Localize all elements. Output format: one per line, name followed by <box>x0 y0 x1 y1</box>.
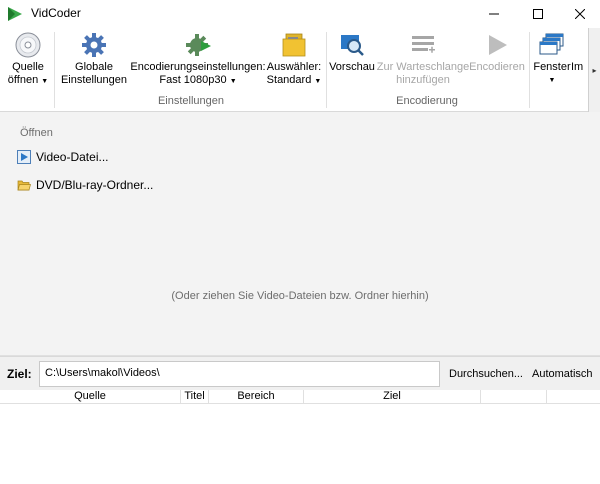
preview-label: Vorschau <box>329 61 375 73</box>
global-settings-button[interactable]: Globale Einstellungen <box>60 30 128 92</box>
encoding-group-label: Encodierung <box>396 95 458 107</box>
column-header-title[interactable]: Titel <box>181 390 209 404</box>
queue-list <box>0 404 600 484</box>
picker-label-1: Auswähler: <box>266 61 322 73</box>
global-settings-label-1: Globale <box>75 61 113 73</box>
overflow-item[interactable]: Im <box>571 30 588 92</box>
open-source-label-2: öffnen ▼ <box>7 74 49 86</box>
open-source-label-1: Quelle <box>12 61 44 73</box>
window-title: VidCoder <box>31 6 81 20</box>
column-header-range[interactable]: Bereich <box>209 390 304 404</box>
queue-add-icon <box>412 36 435 53</box>
windows-label: Fenster <box>533 61 571 73</box>
ribbon-toolbar: Quelle öffnen ▼ Globale Einstellungen En… <box>0 28 600 112</box>
picker-label-2: Standard ▼ <box>266 74 322 86</box>
close-button[interactable] <box>560 0 600 28</box>
close-icon <box>575 9 585 19</box>
open-source-button[interactable]: Quelle öffnen ▼ <box>6 30 50 92</box>
open-video-file-link[interactable]: Video-Datei... <box>17 150 109 164</box>
destination-label: Ziel: <box>7 367 32 381</box>
gear-play-icon <box>186 34 211 56</box>
open-source-panel: Öffnen Video-Datei... DVD/Blu-ray-Ordner… <box>0 112 600 356</box>
open-disc-folder-link[interactable]: DVD/Blu-ray-Ordner... <box>17 178 153 192</box>
add-to-queue-label-1: Zur Warteschlange <box>376 61 470 73</box>
ribbon-separator <box>326 32 327 108</box>
ribbon-separator <box>529 32 530 108</box>
play-icon <box>489 35 507 55</box>
auto-destination-button[interactable]: Automatisch <box>532 368 593 380</box>
open-video-file-label: Video-Datei... <box>36 150 109 164</box>
column-header-source[interactable]: Quelle <box>0 390 181 404</box>
drop-hint-text: (Oder ziehen Sie Video-Dateien bzw. Ordn… <box>171 290 429 302</box>
add-to-queue-button[interactable]: Zur Warteschlange hinzufügen <box>376 30 470 92</box>
ribbon-scroll-right-button[interactable]: ▸ <box>588 28 600 112</box>
browse-button[interactable]: Durchsuchen... <box>449 368 523 380</box>
overflow-label: Im <box>571 61 584 73</box>
encoding-settings-label-2: Fast 1080p30 ▼ <box>159 74 237 86</box>
encode-button[interactable]: Encodieren <box>468 30 526 92</box>
folder-open-icon <box>17 180 31 191</box>
minimize-icon <box>489 13 499 15</box>
settings-group-label: Einstellungen <box>157 95 225 107</box>
preview-button[interactable]: Vorschau <box>328 30 376 92</box>
column-header-extra-1[interactable] <box>481 390 547 404</box>
global-settings-label-2: Einstellungen <box>60 74 128 86</box>
encoding-settings-label-1: Encodierungseinstellungen: <box>130 61 266 73</box>
column-header-destination[interactable]: Ziel <box>304 390 481 404</box>
open-heading: Öffnen <box>20 127 53 139</box>
queue-table-header: Quelle Titel Bereich Ziel <box>0 390 600 404</box>
disc-icon <box>15 32 41 58</box>
minimize-button[interactable] <box>474 0 514 28</box>
maximize-button[interactable] <box>518 0 558 28</box>
open-disc-folder-label: DVD/Blu-ray-Ordner... <box>36 178 154 192</box>
ribbon-separator <box>54 32 55 108</box>
gear-icon <box>82 33 106 57</box>
encode-label: Encodieren <box>469 61 525 73</box>
column-header-extra-2[interactable] <box>547 390 600 404</box>
windows-icon <box>539 33 564 55</box>
vidcoder-logo-icon <box>8 7 22 21</box>
windows-dropdown-caret: ▼ <box>548 77 556 84</box>
destination-bar: Ziel: C:\Users\makol\Videos\ Durchsuchen… <box>0 356 600 390</box>
chevron-right-icon: ▸ <box>592 65 597 75</box>
folder-picker-icon <box>282 33 306 57</box>
maximize-icon <box>533 9 543 19</box>
destination-path-field[interactable]: C:\Users\makol\Videos\ <box>39 361 440 387</box>
add-to-queue-label-2: hinzufügen <box>396 74 450 86</box>
windows-button[interactable]: Fenster ▼ <box>533 30 571 92</box>
preview-icon <box>341 35 364 56</box>
encoding-settings-button[interactable]: Encodierungseinstellungen: Fast 1080p30 … <box>130 30 266 92</box>
video-file-icon <box>17 150 31 164</box>
title-bar: VidCoder <box>0 0 600 28</box>
picker-button[interactable]: Auswähler: Standard ▼ <box>266 30 322 92</box>
